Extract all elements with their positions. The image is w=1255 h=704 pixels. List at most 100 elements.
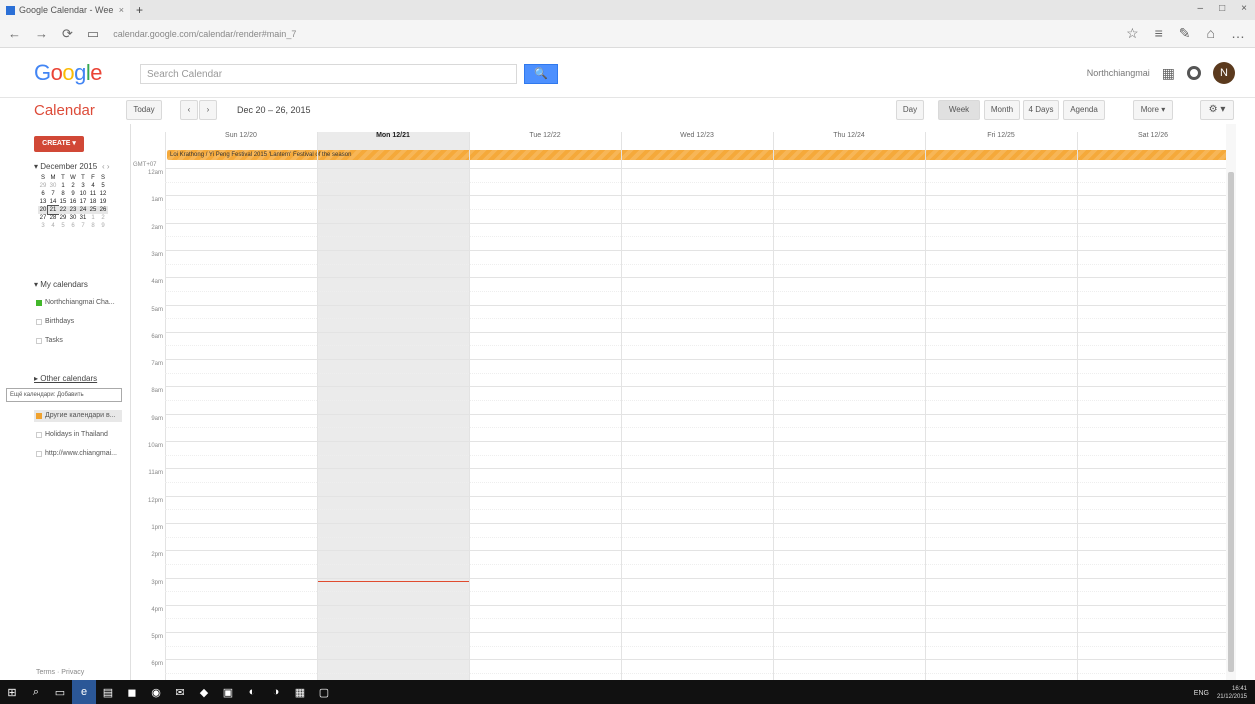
terms-privacy-link[interactable]: Terms · Privacy bbox=[36, 669, 84, 676]
mini-day[interactable]: 31 bbox=[78, 214, 88, 222]
mini-day[interactable]: 3 bbox=[78, 182, 88, 190]
mini-day[interactable]: 13 bbox=[38, 198, 48, 206]
back-icon[interactable]: ← bbox=[8, 26, 21, 41]
google-logo[interactable]: Google bbox=[34, 60, 103, 86]
view-agenda-button[interactable]: Agenda bbox=[1063, 100, 1105, 120]
hub-icon[interactable]: ≡ bbox=[1155, 25, 1163, 42]
mini-day[interactable]: 26 bbox=[98, 206, 108, 214]
url-field[interactable]: calendar.google.com/calendar/render#main… bbox=[113, 29, 296, 39]
favorite-icon[interactable]: ☆ bbox=[1126, 25, 1139, 42]
minimize-button[interactable]: – bbox=[1198, 3, 1204, 14]
view-week-button[interactable]: Week bbox=[938, 100, 980, 120]
taskbar-app-icon[interactable]: e bbox=[72, 680, 96, 704]
view-month-button[interactable]: Month bbox=[984, 100, 1020, 120]
mini-day[interactable]: 15 bbox=[58, 198, 68, 206]
mini-calendar-nav[interactable]: ‹ › bbox=[102, 162, 110, 171]
close-window-button[interactable]: × bbox=[1241, 3, 1247, 14]
avatar[interactable]: N bbox=[1213, 62, 1235, 84]
mini-day[interactable]: 19 bbox=[98, 198, 108, 206]
calendar-list-item[interactable]: Northchiangmai Cha... bbox=[36, 299, 115, 306]
mini-day[interactable]: 20 bbox=[38, 206, 48, 214]
mini-day[interactable]: 30 bbox=[48, 182, 58, 190]
day-header[interactable]: Tue 12/22 bbox=[469, 132, 621, 144]
search-input[interactable]: Search Calendar bbox=[140, 64, 517, 84]
mini-day[interactable]: 5 bbox=[58, 222, 68, 230]
new-tab-button[interactable]: + bbox=[136, 3, 143, 17]
day-header[interactable]: Wed 12/23 bbox=[621, 132, 773, 144]
calendar-list-item[interactable]: http://www.chiangmai... bbox=[36, 450, 117, 457]
mini-day[interactable]: 6 bbox=[38, 190, 48, 198]
tab-close-icon[interactable]: × bbox=[119, 5, 124, 15]
taskbar-app-icon[interactable]: ◼ bbox=[120, 680, 144, 704]
mini-day[interactable]: 29 bbox=[58, 214, 68, 222]
web-note-icon[interactable]: ✎ bbox=[1179, 25, 1191, 42]
mini-day[interactable]: 18 bbox=[88, 198, 98, 206]
account-name[interactable]: Northchiangmai bbox=[1087, 68, 1150, 78]
mini-day[interactable]: 6 bbox=[68, 222, 78, 230]
view-4days-button[interactable]: 4 Days bbox=[1023, 100, 1059, 120]
search-button[interactable]: 🔍 bbox=[524, 64, 558, 84]
mini-day[interactable]: 3 bbox=[38, 222, 48, 230]
mini-calendar-month[interactable]: ▾ December 2015 bbox=[34, 162, 97, 171]
more-button[interactable]: More ▾ bbox=[1133, 100, 1173, 120]
mini-day[interactable]: 23 bbox=[68, 206, 78, 214]
mini-day[interactable]: 4 bbox=[88, 182, 98, 190]
day-header[interactable]: Mon 12/21 bbox=[317, 132, 469, 144]
calendar-color-swatch[interactable] bbox=[36, 450, 42, 457]
mini-day[interactable]: 4 bbox=[48, 222, 58, 230]
maximize-button[interactable]: □ bbox=[1219, 3, 1225, 14]
taskbar-app-icon[interactable]: ⌕ bbox=[24, 680, 48, 704]
mini-day[interactable]: 7 bbox=[48, 190, 58, 198]
day-header[interactable]: Thu 12/24 bbox=[773, 132, 925, 144]
taskbar-app-icon[interactable]: ◆ bbox=[192, 680, 216, 704]
mini-day[interactable]: 29 bbox=[38, 182, 48, 190]
other-calendars-header[interactable]: ▸ Other calendars bbox=[34, 374, 97, 383]
taskbar-app-icon[interactable]: ▤ bbox=[96, 680, 120, 704]
taskbar-app-icon[interactable]: ◑ bbox=[264, 680, 288, 704]
day-header[interactable]: Sun 12/20 bbox=[165, 132, 317, 144]
language-indicator[interactable]: ENG bbox=[1194, 690, 1209, 697]
mini-day[interactable]: 28 bbox=[48, 214, 58, 222]
taskbar-app-icon[interactable]: ▢ bbox=[312, 680, 336, 704]
mini-day[interactable]: 12 bbox=[98, 190, 108, 198]
settings-gear-icon[interactable]: ⚙ ▾ bbox=[1200, 100, 1234, 120]
mini-day[interactable]: 22 bbox=[58, 206, 68, 214]
mini-day[interactable]: 14 bbox=[48, 198, 58, 206]
mini-day[interactable]: 24 bbox=[78, 206, 88, 214]
browser-tab[interactable]: Google Calendar - Wee × bbox=[0, 0, 130, 20]
taskbar-app-icon[interactable]: ◐ bbox=[240, 680, 264, 704]
scrollbar-thumb[interactable] bbox=[1228, 172, 1234, 672]
mini-day[interactable]: 9 bbox=[68, 190, 78, 198]
mini-day[interactable]: 25 bbox=[88, 206, 98, 214]
mini-day[interactable]: 9 bbox=[98, 222, 108, 230]
mini-day[interactable]: 30 bbox=[68, 214, 78, 222]
mini-day[interactable]: 8 bbox=[88, 222, 98, 230]
taskbar-app-icon[interactable]: ✉ bbox=[168, 680, 192, 704]
mini-day[interactable]: 16 bbox=[68, 198, 78, 206]
calendar-color-swatch[interactable] bbox=[36, 412, 42, 419]
day-header[interactable]: Fri 12/25 bbox=[925, 132, 1077, 144]
mini-day[interactable]: 8 bbox=[58, 190, 68, 198]
calendar-list-item[interactable]: Holidays in Thailand bbox=[36, 431, 108, 438]
mini-day[interactable]: 1 bbox=[58, 182, 68, 190]
mini-day[interactable]: 27 bbox=[38, 214, 48, 222]
day-header[interactable]: Sat 12/26 bbox=[1077, 132, 1229, 144]
share-icon[interactable]: ⌂ bbox=[1207, 25, 1215, 42]
calendar-list-item[interactable]: Другие календари в... bbox=[36, 412, 116, 419]
notifications-icon[interactable] bbox=[1187, 66, 1201, 80]
allday-event[interactable]: Loi Krathong / Yi Peng Festival 2015 'La… bbox=[167, 150, 1229, 160]
mini-day[interactable]: 2 bbox=[98, 214, 108, 222]
forward-icon[interactable]: → bbox=[35, 26, 48, 41]
view-day-button[interactable]: Day bbox=[896, 100, 924, 120]
mini-day[interactable]: 21 bbox=[47, 205, 59, 215]
taskbar-app-icon[interactable]: ▣ bbox=[216, 680, 240, 704]
taskbar-app-icon[interactable]: ▦ bbox=[288, 680, 312, 704]
mini-day[interactable]: 7 bbox=[78, 222, 88, 230]
apps-grid-icon[interactable]: ▦ bbox=[1162, 65, 1175, 82]
mini-day[interactable]: 11 bbox=[88, 190, 98, 198]
calendar-color-swatch[interactable] bbox=[36, 431, 42, 438]
more-icon[interactable]: … bbox=[1231, 25, 1245, 42]
reading-view-icon[interactable]: ▭ bbox=[87, 26, 99, 42]
taskbar-app-icon[interactable]: ▭ bbox=[48, 680, 72, 704]
calendar-color-swatch[interactable] bbox=[36, 318, 42, 325]
